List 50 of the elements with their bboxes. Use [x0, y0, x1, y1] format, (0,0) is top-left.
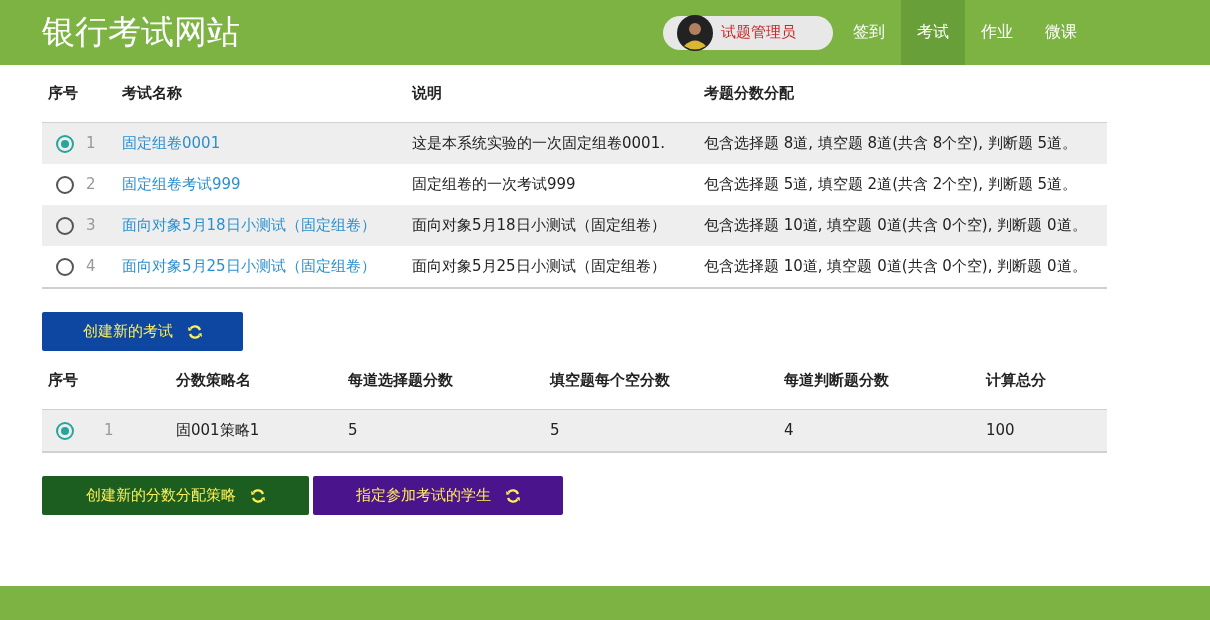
- nav-tab[interactable]: 作业: [965, 0, 1029, 65]
- radio-button[interactable]: [56, 421, 74, 440]
- column-header: 每道判断题分数: [778, 351, 980, 410]
- radio-button[interactable]: [56, 134, 74, 153]
- refresh-icon: [186, 323, 203, 340]
- column-header: 考题分数分配: [698, 65, 1107, 123]
- row-number: 3: [86, 216, 96, 234]
- column-header: 考试名称: [116, 65, 406, 123]
- table-cell: 固001策略1: [176, 421, 260, 439]
- avatar-icon: [677, 14, 713, 51]
- radio-button[interactable]: [56, 175, 74, 194]
- refresh-icon: [249, 487, 266, 504]
- score-allocation: 包含选择题 5道, 填空题 2道(共含 2个空), 判断题 5道。: [704, 175, 1078, 193]
- column-header: 填空题每个空分数: [544, 351, 778, 410]
- exam-description: 这是本系统实验的一次固定组卷0001.: [412, 134, 665, 152]
- table-cell: 100: [986, 421, 1015, 439]
- column-header: 分数策略名: [170, 351, 342, 410]
- create-exam-button[interactable]: 创建新的考试: [42, 312, 243, 351]
- user-chip[interactable]: 试题管理员: [663, 15, 833, 50]
- exam-link[interactable]: 面向对象5月18日小测试（固定组卷）: [122, 216, 376, 234]
- nav-tab[interactable]: 签到: [837, 0, 901, 65]
- exam-description: 面向对象5月18日小测试（固定组卷）: [412, 216, 666, 234]
- score-allocation: 包含选择题 8道, 填空题 8道(共含 8个空), 判断题 5道。: [704, 134, 1078, 152]
- row-number: 1: [86, 134, 96, 152]
- table-cell: 5: [348, 421, 358, 439]
- column-header: 说明: [406, 65, 698, 123]
- site-title: 银行考试网站: [42, 11, 240, 53]
- row-number: 4: [86, 257, 96, 275]
- exam-description: 固定组卷的一次考试999: [412, 175, 576, 193]
- action-button[interactable]: 创建新的分数分配策略: [42, 476, 309, 515]
- exam-link[interactable]: 固定组卷考试999: [122, 175, 241, 193]
- column-header: 序号: [42, 65, 116, 123]
- action-button[interactable]: 指定参加考试的学生: [313, 476, 563, 515]
- radio-button[interactable]: [56, 257, 74, 276]
- exam-link[interactable]: 面向对象5月25日小测试（固定组卷）: [122, 257, 376, 275]
- column-header: 序号: [42, 351, 170, 410]
- table-cell: 5: [550, 421, 560, 439]
- score-allocation: 包含选择题 10道, 填空题 0道(共含 0个空), 判断题 0道。: [704, 216, 1087, 234]
- column-header: 每道选择题分数: [342, 351, 544, 410]
- nav-tab[interactable]: 微课: [1029, 0, 1093, 65]
- score-allocation: 包含选择题 10道, 填空题 0道(共含 0个空), 判断题 0道。: [704, 257, 1087, 275]
- exam-link[interactable]: 固定组卷0001: [122, 134, 221, 152]
- exam-description: 面向对象5月25日小测试（固定组卷）: [412, 257, 666, 275]
- refresh-icon: [504, 487, 521, 504]
- radio-button[interactable]: [56, 216, 74, 235]
- row-number: 2: [86, 175, 96, 193]
- nav-tab[interactable]: 考试: [901, 0, 965, 65]
- table-cell: 4: [784, 421, 794, 439]
- row-number: 1: [104, 421, 114, 439]
- column-header: 计算总分: [980, 351, 1107, 410]
